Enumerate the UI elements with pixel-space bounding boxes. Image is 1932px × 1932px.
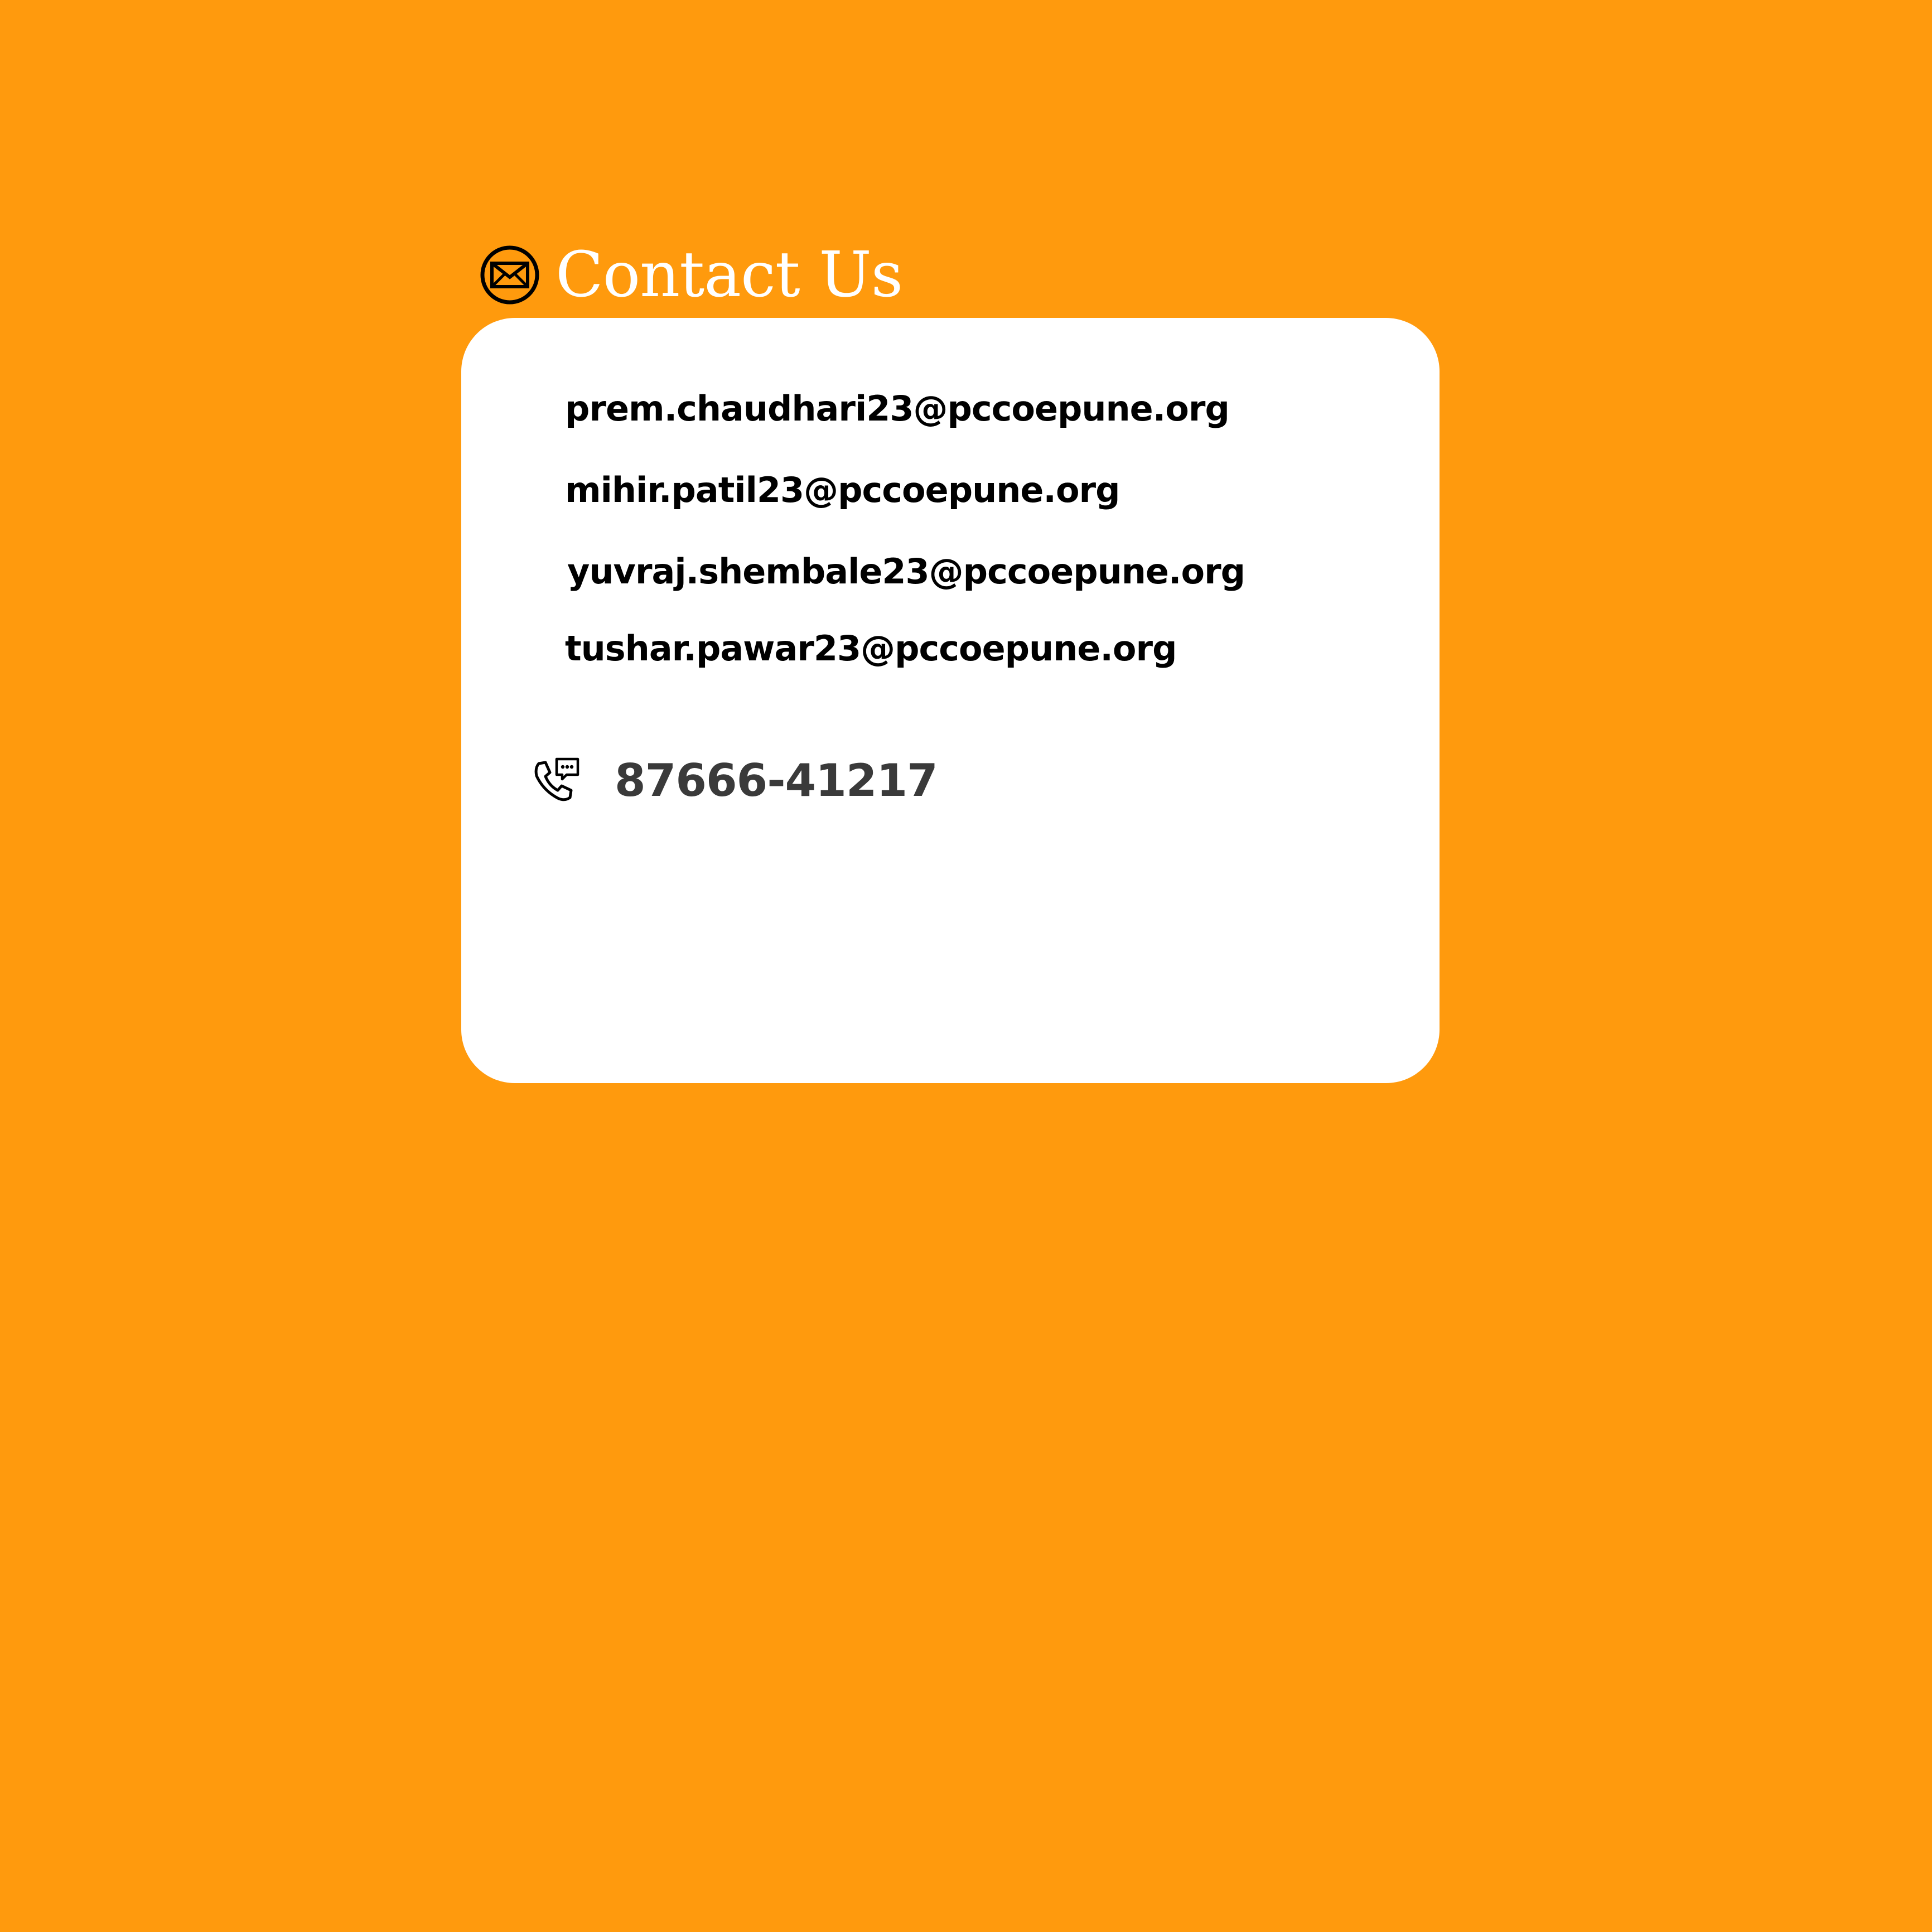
email-link[interactable]: tushar.pawar23@pccoepune.org (565, 631, 1177, 666)
phone-chat-icon (531, 756, 581, 806)
phone-row: 87666-41217 (531, 756, 938, 806)
contact-header: Contact Us (480, 233, 903, 317)
contact-card: prem.chaudhari23@pccoepune.org mihir.pat… (461, 318, 1440, 1083)
email-link[interactable]: yuvraj.shembale23@pccoepune.org (567, 554, 1245, 589)
page-title: Contact Us (556, 239, 903, 311)
envelope-icon (480, 245, 540, 305)
phone-number[interactable]: 87666-41217 (615, 759, 938, 803)
email-link[interactable]: mihir.patil23@pccoepune.org (565, 473, 1120, 508)
email-link[interactable]: prem.chaudhari23@pccoepune.org (565, 392, 1230, 426)
